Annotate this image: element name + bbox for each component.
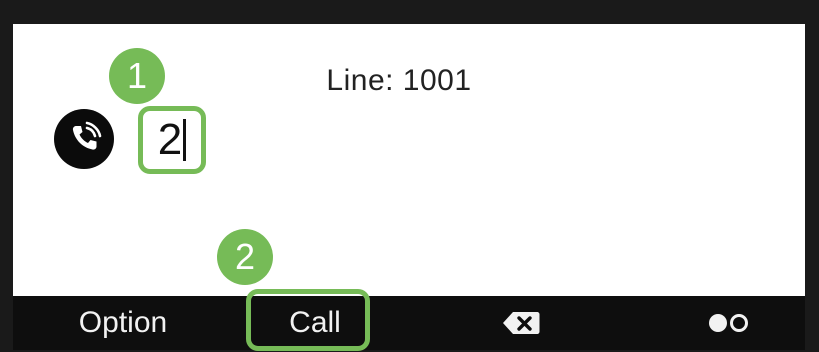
- dial-input-value: 2: [157, 115, 183, 164]
- call-highlight: [246, 289, 370, 351]
- step-2-badge: 2: [217, 229, 273, 285]
- option-softkey[interactable]: Option: [53, 296, 193, 350]
- page-toggle-softkey[interactable]: [683, 296, 773, 350]
- backspace-icon: [503, 312, 540, 334]
- page-toggle-icon: [708, 314, 748, 332]
- dial-input[interactable]: 2: [138, 106, 206, 174]
- step-1-badge: 1: [109, 48, 165, 104]
- phone-handset-icon: [54, 109, 114, 169]
- backspace-softkey[interactable]: [483, 296, 559, 350]
- text-cursor: [183, 119, 187, 161]
- page-dot-active: [708, 314, 727, 332]
- softkey-bar: Option Call: [13, 296, 805, 350]
- page-dot-inactive: [729, 314, 748, 332]
